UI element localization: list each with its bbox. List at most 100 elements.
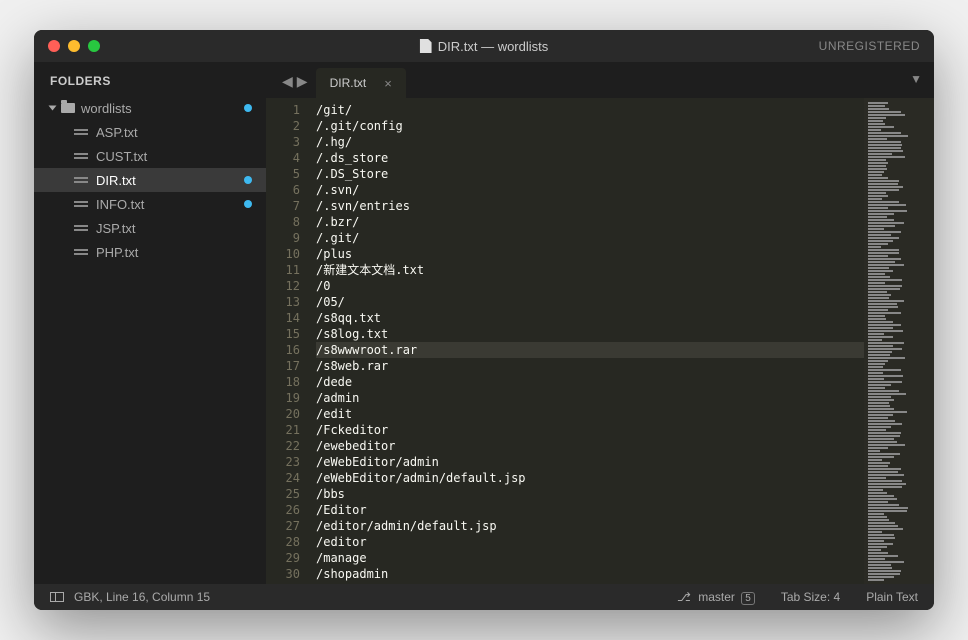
line-number: 17 [266, 358, 300, 374]
code-line[interactable]: /.git/ [316, 230, 864, 246]
sidebar-file-jsp-txt[interactable]: JSP.txt [34, 216, 266, 240]
code-line[interactable]: /Editor [316, 502, 864, 518]
line-number: 13 [266, 294, 300, 310]
minimap-line [868, 309, 888, 311]
line-number: 14 [266, 310, 300, 326]
code-line[interactable]: /ewebeditor [316, 438, 864, 454]
code-line[interactable]: /manage [316, 550, 864, 566]
code-line[interactable]: /s8qq.txt [316, 310, 864, 326]
tab-overflow-icon[interactable]: ▼ [910, 72, 922, 86]
code-area[interactable]: /git//.git/config/.hg//.ds_store/.DS_Sto… [316, 98, 864, 584]
minimap-line [868, 162, 888, 164]
minimap-line [868, 243, 888, 245]
folders-header: FOLDERS [34, 74, 266, 96]
file-icon [74, 151, 88, 161]
minimap-line [868, 318, 886, 320]
code-line[interactable]: /.git/config [316, 118, 864, 134]
sidebar-file-dir-txt[interactable]: DIR.txt [34, 168, 266, 192]
minimap-line [868, 498, 897, 500]
minimap-line [868, 228, 884, 230]
editor-content[interactable]: 1234567891011121314151617181920212223242… [266, 98, 934, 584]
minimap-line [868, 276, 890, 278]
minimap-line [868, 333, 884, 335]
minimap-line [868, 165, 886, 167]
code-line[interactable]: /bbs [316, 486, 864, 502]
line-number: 15 [266, 326, 300, 342]
code-line[interactable]: /.svn/ [316, 182, 864, 198]
modified-indicator [244, 200, 252, 208]
window-controls [48, 40, 100, 52]
minimap-line [868, 543, 893, 545]
titlebar: DIR.txt — wordlists UNREGISTERED [34, 30, 934, 62]
minimap-line [868, 381, 902, 383]
line-number: 12 [266, 278, 300, 294]
status-tab-size[interactable]: Tab Size: 4 [781, 590, 840, 604]
title-text: DIR.txt — wordlists [438, 39, 549, 54]
minimap-line [868, 273, 885, 275]
tab-dir-txt[interactable]: DIR.txt × [316, 68, 406, 98]
minimap-line [868, 249, 899, 251]
code-line[interactable]: /.ds_store [316, 150, 864, 166]
line-number: 24 [266, 470, 300, 486]
code-line[interactable]: /git/ [316, 102, 864, 118]
close-icon[interactable]: × [384, 76, 392, 91]
code-line[interactable]: /shopadmin [316, 566, 864, 582]
code-line[interactable]: /新建文本文档.txt [316, 262, 864, 278]
code-line[interactable]: /admin [316, 390, 864, 406]
status-syntax[interactable]: Plain Text [866, 590, 918, 604]
file-label: DIR.txt [96, 173, 136, 188]
minimap-line [868, 168, 887, 170]
close-window-button[interactable] [48, 40, 60, 52]
status-encoding[interactable]: GBK, Line 16, Column 15 [74, 590, 210, 604]
minimize-window-button[interactable] [68, 40, 80, 52]
sidebar-file-php-txt[interactable]: PHP.txt [34, 240, 266, 264]
maximize-window-button[interactable] [88, 40, 100, 52]
code-line[interactable]: /plus [316, 246, 864, 262]
code-line[interactable]: /eWebEditor/admin/default.jsp [316, 470, 864, 486]
modified-indicator [244, 104, 252, 112]
minimap-line [868, 513, 884, 515]
minimap-line [868, 225, 895, 227]
minimap-line [868, 558, 885, 560]
code-line[interactable]: /.bzr/ [316, 214, 864, 230]
sidebar-file-asp-txt[interactable]: ASP.txt [34, 120, 266, 144]
code-line[interactable]: /Fckeditor [316, 422, 864, 438]
minimap-line [868, 324, 901, 326]
code-line[interactable]: /.svn/entries [316, 198, 864, 214]
code-line[interactable]: /s8web.rar [316, 358, 864, 374]
code-line[interactable]: /s8wwwroot.rar [316, 342, 864, 358]
code-line[interactable]: /s8log.txt [316, 326, 864, 342]
minimap-line [868, 414, 893, 416]
minimap[interactable] [864, 98, 934, 584]
sidebar-file-info-txt[interactable]: INFO.txt [34, 192, 266, 216]
tab-prev-icon[interactable]: ◀ [282, 73, 293, 90]
code-line[interactable]: /05/ [316, 294, 864, 310]
minimap-line [868, 387, 885, 389]
sidebar-folder-wordlists[interactable]: wordlists [34, 96, 266, 120]
code-line[interactable]: /eWebEditor/admin [316, 454, 864, 470]
minimap-line [868, 384, 891, 386]
minimap-line [868, 207, 888, 209]
minimap-line [868, 237, 899, 239]
code-line[interactable]: /.DS_Store [316, 166, 864, 182]
minimap-line [868, 420, 895, 422]
minimap-line [868, 411, 907, 413]
line-number: 5 [266, 166, 300, 182]
minimap-line [868, 429, 886, 431]
code-line[interactable]: /editor/admin/default.jsp [316, 518, 864, 534]
minimap-line [868, 117, 886, 119]
code-line[interactable]: /0 [316, 278, 864, 294]
sidebar-file-cust-txt[interactable]: CUST.txt [34, 144, 266, 168]
minimap-line [868, 285, 902, 287]
code-line[interactable]: /editor [316, 534, 864, 550]
minimap-line [868, 267, 889, 269]
minimap-line [868, 402, 889, 404]
panel-icon[interactable] [50, 592, 64, 602]
minimap-line [868, 408, 894, 410]
code-line[interactable]: /dede [316, 374, 864, 390]
line-number: 16 [266, 342, 300, 358]
tab-next-icon[interactable]: ▶ [297, 73, 308, 90]
status-branch[interactable]: master 5 [677, 590, 755, 604]
code-line[interactable]: /edit [316, 406, 864, 422]
code-line[interactable]: /.hg/ [316, 134, 864, 150]
